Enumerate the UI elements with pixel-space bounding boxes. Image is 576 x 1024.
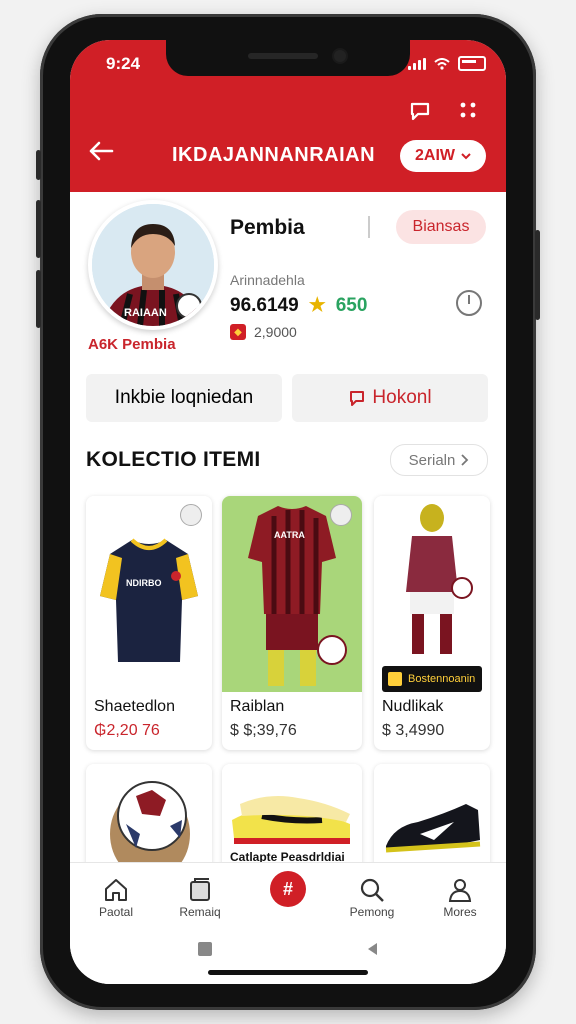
card-brand-icon xyxy=(180,504,202,526)
badge-value: 2,9000 xyxy=(254,324,297,340)
item-name: Raiblan xyxy=(230,698,285,715)
collection-item-card[interactable]: NDIRBO Shaetedlon ₲2,20 76 xyxy=(86,496,212,750)
chevron-right-icon xyxy=(461,454,469,466)
nav-label: Paotal xyxy=(98,905,134,919)
nav-label: Pemong xyxy=(349,905,395,919)
item-tag: Bostennoanin xyxy=(382,666,482,692)
home-indicator[interactable] xyxy=(208,970,368,975)
secondary-action-label: Hokonl xyxy=(372,387,432,408)
primary-action-button[interactable]: Inkbie loqniedan xyxy=(86,374,282,422)
back-nav-icon[interactable] xyxy=(366,942,378,956)
language-label: 2AIW xyxy=(415,147,455,164)
item-name: Nudlikak xyxy=(382,698,444,715)
notch xyxy=(166,40,410,76)
item-name: Shaetedlon xyxy=(94,698,175,715)
nav-item-cards[interactable]: Remaiq xyxy=(160,875,240,919)
signal-icon xyxy=(408,57,426,70)
battery-icon xyxy=(458,56,486,71)
avatar[interactable]: RAIAAN xyxy=(88,200,218,330)
nav-item-search[interactable]: Pemong xyxy=(332,875,412,919)
volume-up-button xyxy=(36,200,41,258)
collection-item-card[interactable] xyxy=(86,764,212,874)
profile-name: Pembia xyxy=(230,216,305,239)
collection-item-card[interactable] xyxy=(374,764,490,874)
club-badge-icon xyxy=(388,672,402,686)
mute-switch xyxy=(36,150,41,180)
item-price: $ 3,4990 xyxy=(382,722,445,739)
wifi-icon xyxy=(434,57,450,70)
profile-subtitle: Arinnadehla xyxy=(230,272,305,288)
divider xyxy=(368,216,370,238)
recent-apps-icon[interactable] xyxy=(198,942,212,956)
club-badge-icon: ◆ xyxy=(230,324,246,340)
primary-action-label: Inkbie loqniedan xyxy=(114,387,254,408)
header-actions xyxy=(408,100,478,122)
app-screen: 9:24 IKDAJANNANRAIAN 2AIW RAIAAN Pembia … xyxy=(70,40,506,984)
player-figure-image xyxy=(374,496,490,692)
secondary-action-button[interactable]: Hokonl xyxy=(292,374,488,422)
nav-label: Mores xyxy=(443,905,477,919)
svg-text:AATRA: AATRA xyxy=(274,530,305,540)
item-tag-label: Bostennoanin xyxy=(408,673,476,685)
player-photo: RAIAAN xyxy=(92,204,214,326)
nav-item-home[interactable]: Paotal xyxy=(76,875,156,919)
chat-icon[interactable] xyxy=(408,100,432,122)
collection-item-card[interactable]: AATRA Raiblan $ $;39,76 xyxy=(222,496,362,750)
page-title: IKDAJANNANRAIAN xyxy=(172,144,376,166)
volume-down-button xyxy=(36,270,41,328)
rating-value: 650 xyxy=(335,294,368,316)
see-all-label: Serialn xyxy=(408,451,456,469)
score-value: 96.6149 xyxy=(230,294,299,316)
item-price: $ $;39,76 xyxy=(230,722,297,739)
collection-title: KOLECTIO ITEMI xyxy=(86,448,261,471)
star-icon: ★ xyxy=(308,295,326,316)
black-boot-image xyxy=(374,764,490,874)
nav-label: Remaiq xyxy=(179,905,221,919)
status-icons xyxy=(408,56,486,71)
collection-item-card[interactable]: Catlapte Peasdrldiai xyxy=(222,764,362,874)
search-icon xyxy=(360,878,384,902)
item-price: ₲2,20 76 xyxy=(94,722,160,739)
card-brand-icon xyxy=(330,504,352,526)
ball-image xyxy=(86,764,212,874)
bottom-nav: Paotal Remaiq # Pemong Mores xyxy=(70,862,506,941)
player-name: A6K Pembia xyxy=(88,336,176,353)
clock-icon[interactable] xyxy=(456,290,482,316)
nav-item-profile[interactable]: Mores xyxy=(420,875,500,919)
back-arrow-icon[interactable] xyxy=(88,140,114,162)
see-all-button[interactable]: Serialn xyxy=(390,444,488,476)
svg-text:RAIAAN: RAIAAN xyxy=(124,307,167,319)
home-icon xyxy=(105,879,127,901)
profile-stats: 96.6149 ★ 650 xyxy=(230,294,367,317)
badge-row: ◆ 2,9000 xyxy=(230,324,297,340)
status-time: 9:24 xyxy=(106,54,141,73)
cards-icon xyxy=(190,878,210,901)
add-button[interactable]: # xyxy=(270,871,306,907)
language-dropdown[interactable]: 2AIW xyxy=(400,140,486,172)
more-icon[interactable] xyxy=(458,100,478,120)
message-icon xyxy=(350,391,365,406)
system-nav xyxy=(70,940,506,984)
add-icon: # xyxy=(282,878,293,899)
chevron-down-icon xyxy=(461,152,471,159)
collection-item-card[interactable]: Bostennoanin Nudlikak $ 3,4990 xyxy=(374,496,490,750)
svg-text:NDIRBO: NDIRBO xyxy=(126,578,162,588)
status-badge[interactable]: Biansas xyxy=(396,210,486,244)
power-button xyxy=(535,230,540,320)
profile-icon xyxy=(448,879,472,902)
